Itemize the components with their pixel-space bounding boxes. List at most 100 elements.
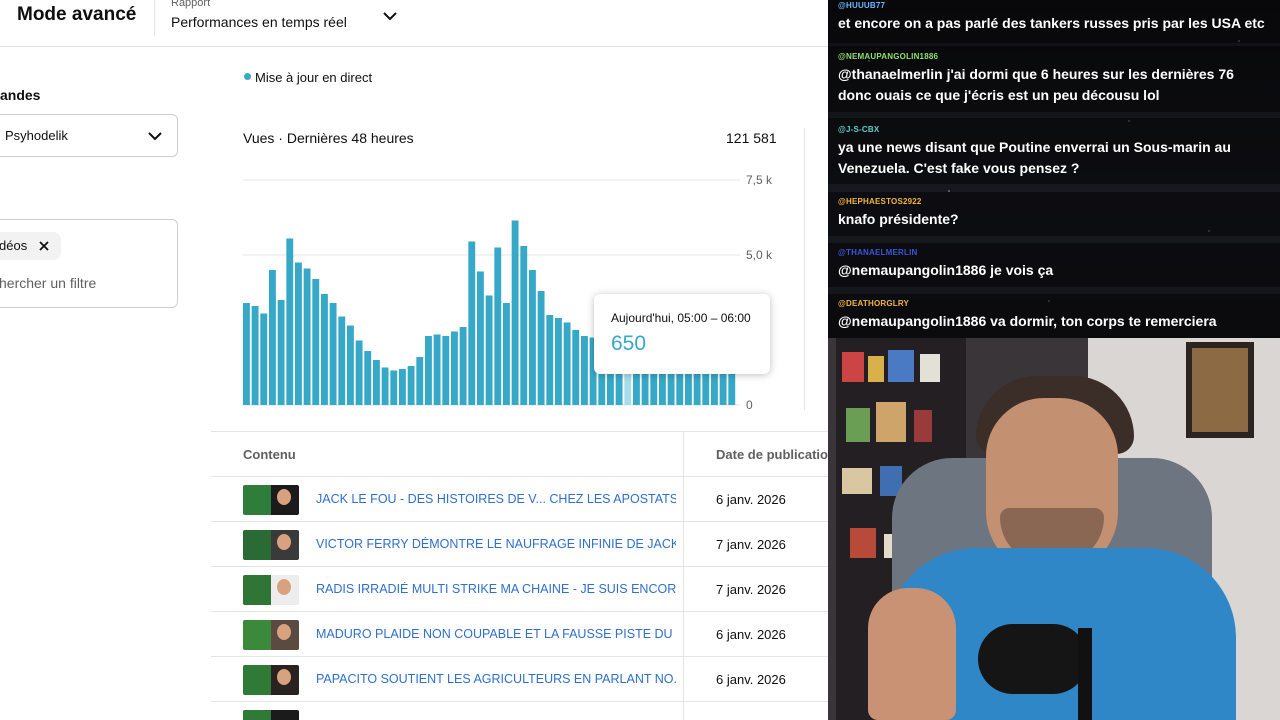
chat-username: @THANAELMERLIN: [838, 248, 918, 257]
video-thumbnail[interactable]: [243, 530, 299, 560]
section-title: andes: [0, 87, 41, 103]
video-title-link[interactable]: JACK LE FOU - DES HISTOIRES DE V... CHEZ…: [316, 492, 676, 506]
chart-bar[interactable]: [338, 316, 346, 406]
chart-bar[interactable]: [477, 271, 484, 406]
chart-bar[interactable]: [390, 370, 398, 406]
video-title-link[interactable]: RADIS IRRADIÉ MULTI STRIKE MA CHAINE - J…: [316, 582, 676, 596]
chart-bar[interactable]: [321, 294, 328, 405]
views-bar-chart: 0 5,0 k 7,5 k: [243, 173, 773, 412]
chart-bar[interactable]: [286, 238, 294, 406]
chat-message: @J-S-CBX ya une news disant que Poutine …: [828, 118, 1280, 184]
chart-bar[interactable]: [416, 357, 424, 405]
video-thumbnail[interactable]: [243, 575, 299, 605]
chat-username: @HEPHAESTOS2922: [838, 197, 922, 206]
chevron-down-icon: [148, 132, 162, 141]
chart-bar[interactable]: [442, 336, 450, 405]
chart-bar[interactable]: [537, 291, 545, 405]
y-tick-label: 5,0 k: [746, 248, 773, 262]
publish-date: 7 janv. 2026: [716, 537, 786, 552]
chart-bar[interactable]: [295, 262, 302, 406]
chat-username: @DEATHORGLRY: [838, 299, 910, 308]
chat-message: @DEATHORGLRY @nemaupangolin1886 va dormi…: [828, 294, 1280, 338]
close-icon[interactable]: [37, 239, 51, 253]
chat-panel: @HUUUB77 et encore on a pas parlé des ta…: [828, 0, 1280, 338]
live-dot-icon: [244, 73, 251, 80]
chart-bar[interactable]: [277, 300, 285, 405]
filter-chip[interactable]: déos: [0, 232, 61, 260]
chat-message: @THANAELMERLIN @nemaupangolin1886 je voi…: [828, 243, 1280, 287]
analytics-panel: Mode avancé Rapport Performances en temp…: [0, 0, 828, 720]
table-row[interactable]: PAPACITO SOUTIENT LES AGRICULTEURS EN PA…: [211, 656, 828, 702]
chat-text: ya une news disant que Poutine enverrai …: [838, 139, 1231, 176]
table-row[interactable]: VICTOR FERRY DÉMONTRE LE NAUFRAGE INFINI…: [211, 521, 828, 567]
chat-text: knafo présidente?: [838, 211, 959, 227]
chart-bar[interactable]: [633, 373, 640, 406]
channel-select[interactable]: Psyhodelik: [0, 114, 178, 157]
divider: [211, 431, 828, 432]
report-label: Rapport: [171, 0, 211, 9]
chart-bar[interactable]: [529, 270, 536, 405]
video-title-link[interactable]: VICTOR FERRY DÉMONTRE LE NAUFRAGE INFINI…: [316, 537, 676, 551]
chart-bar[interactable]: [581, 336, 588, 405]
page-title: Mode avancé: [17, 4, 137, 25]
video-title-link[interactable]: PAPACITO SOUTIENT LES AGRICULTEURS EN PA…: [316, 672, 676, 686]
chart-bar[interactable]: [468, 241, 476, 406]
table-row[interactable]: JACK LE FOU - DES HISTOIRES DE V... CHEZ…: [211, 476, 828, 522]
publish-date: 6 janv. 2026: [716, 672, 786, 687]
chart-bar[interactable]: [546, 315, 554, 405]
chart-bar[interactable]: [494, 247, 502, 406]
chart-bar[interactable]: [243, 303, 250, 405]
publish-date: 6 janv. 2026: [716, 627, 786, 642]
top-bar: Mode avancé Rapport Performances en temp…: [0, 0, 828, 47]
filter-search-input[interactable]: hercher un filtre: [0, 275, 96, 291]
chart-bar[interactable]: [373, 360, 380, 405]
chat-text: @thanaelmerlin j'ai dormi que 6 heures s…: [838, 66, 1234, 103]
chart-bar[interactable]: [555, 318, 562, 405]
chart-bar[interactable]: [303, 268, 311, 406]
chart-bar[interactable]: [511, 220, 519, 406]
chart-bar[interactable]: [347, 325, 354, 406]
chat-username: @HUUUB77: [838, 1, 886, 10]
chat-text: @nemaupangolin1886 va dormir, ton corps …: [838, 313, 1217, 329]
chart-bar[interactable]: [485, 295, 493, 406]
column-header-date[interactable]: Date de publication: [716, 447, 828, 462]
video-thumbnail[interactable]: [243, 710, 299, 720]
publish-date: 7 janv. 2026: [716, 582, 786, 597]
chart-bar[interactable]: [503, 303, 510, 405]
chart-bar[interactable]: [433, 334, 441, 406]
video-thumbnail[interactable]: [243, 620, 299, 650]
chart-bar[interactable]: [407, 366, 415, 405]
chart-bar[interactable]: [355, 340, 363, 406]
chart-bar[interactable]: [399, 369, 406, 405]
chat-username: @J-S-CBX: [838, 125, 880, 134]
chart-bar[interactable]: [329, 303, 337, 405]
channel-select-value: Psyhodelik: [5, 128, 68, 143]
report-dropdown[interactable]: Performances en temps réel: [171, 14, 347, 30]
chart-bar[interactable]: [260, 313, 268, 406]
chart-bar[interactable]: [364, 351, 372, 405]
chart-bar[interactable]: [451, 331, 458, 406]
chat-username: @NEMAUPANGOLIN1886: [838, 52, 939, 61]
chart-bar[interactable]: [251, 306, 259, 405]
video-thumbnail[interactable]: [243, 665, 299, 695]
chat-message: @NEMAUPANGOLIN1886 @thanaelmerlin j'ai d…: [828, 46, 1280, 112]
table-row[interactable]: RADIS IRRADIÉ MULTI STRIKE MA CHAINE - J…: [211, 566, 828, 612]
video-title-link[interactable]: MADURO PLAIDE NON COUPABLE ET LA FAUSSE …: [316, 627, 676, 641]
y-tick-label: 7,5 k: [746, 173, 773, 187]
video-thumbnail[interactable]: [243, 485, 299, 515]
table-row[interactable]: MADURO PLAIDE NON COUPABLE ET LA FAUSSE …: [211, 611, 828, 657]
chart-bar[interactable]: [381, 367, 389, 406]
column-header-content[interactable]: Contenu: [243, 447, 296, 462]
chart-tooltip: Aujourd'hui, 05:00 – 06:00 650: [594, 294, 770, 374]
table-row[interactable]: [211, 701, 828, 720]
chevron-down-icon[interactable]: [380, 8, 400, 24]
chart-bar[interactable]: [269, 270, 276, 405]
chart-bar[interactable]: [312, 279, 320, 405]
chart-bar[interactable]: [563, 322, 571, 406]
chart-bar[interactable]: [520, 246, 528, 405]
filter-box[interactable]: déos hercher un filtre: [0, 219, 178, 308]
chart-bar[interactable]: [572, 330, 580, 405]
chart-bar[interactable]: [425, 336, 432, 405]
y-tick-label: 0: [746, 398, 753, 412]
chart-bar[interactable]: [459, 327, 467, 405]
